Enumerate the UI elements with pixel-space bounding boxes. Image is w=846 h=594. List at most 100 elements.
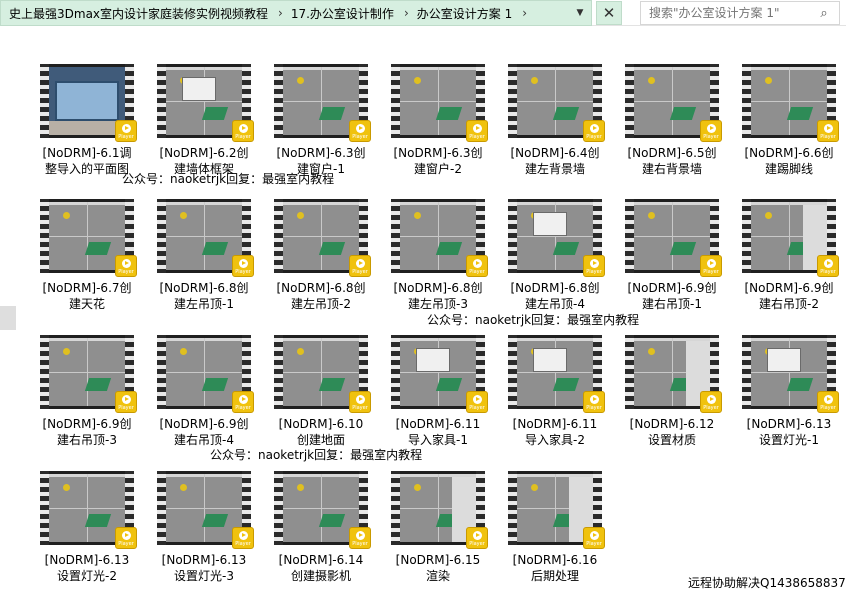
video-thumbnail[interactable]: Player (274, 64, 371, 142)
file-name-line: [NoDRM]-6.11 (512, 417, 598, 431)
viewport-divider (283, 508, 359, 509)
play-icon: Player (466, 527, 488, 549)
film-strip (508, 64, 517, 138)
video-thumbnail[interactable]: Player (157, 199, 254, 277)
video-thumbnail[interactable]: Player (508, 471, 605, 549)
play-icon: Player (700, 255, 722, 277)
file-item[interactable]: Player [NoDRM]-6.6创 建踢脚线 (733, 64, 845, 177)
play-icon: Player (583, 391, 605, 413)
viewport-model (552, 242, 580, 255)
video-thumbnail[interactable]: Player (157, 335, 254, 413)
player-badge-text: Player (118, 405, 134, 411)
play-icon: Player (466, 391, 488, 413)
film-strip (625, 199, 634, 273)
file-item[interactable]: Player [NoDRM]-6.1调 整导入的平面图 (31, 64, 143, 177)
video-frame (634, 202, 710, 270)
file-item[interactable]: Player [NoDRM]-6.16 后期处理 (499, 471, 611, 584)
file-item[interactable]: Player [NoDRM]-6.9创 建右吊顶-3 (31, 335, 143, 448)
video-thumbnail[interactable]: Player (625, 199, 722, 277)
file-item[interactable]: Player [NoDRM]-6.10 创建地面 (265, 335, 377, 448)
file-item[interactable]: Player [NoDRM]-6.2创 建墙体框架 (148, 64, 260, 177)
video-thumbnail[interactable]: Player (274, 199, 371, 277)
viewport-divider (166, 101, 242, 102)
file-item[interactable]: Player [NoDRM]-6.14 创建摄影机 (265, 471, 377, 584)
video-thumbnail[interactable]: Player (274, 471, 371, 549)
address-bar[interactable]: 史上最强3Dmax室内设计家庭装修实例视频教程 › 17.办公室设计制作 › 办… (0, 0, 592, 26)
video-thumbnail[interactable]: Player (742, 64, 839, 142)
viewport-marker (63, 212, 70, 219)
viewport-divider (49, 236, 125, 237)
breadcrumb-item[interactable]: 17.办公室设计制作 (291, 5, 394, 22)
file-item[interactable]: Player [NoDRM]-6.3创 建窗户-2 (382, 64, 494, 177)
file-name: [NoDRM]-6.4创 建左背景墙 (499, 145, 611, 177)
file-item[interactable]: Player [NoDRM]-6.8创 建左吊顶-3 (382, 199, 494, 312)
video-thumbnail[interactable]: Player (625, 64, 722, 142)
search-box[interactable]: ⌕ (640, 1, 840, 25)
film-strip (742, 335, 751, 409)
video-thumbnail[interactable]: Player (40, 335, 137, 413)
file-item[interactable]: Player [NoDRM]-6.9创 建右吊顶-2 (733, 199, 845, 312)
play-triangle (824, 259, 833, 268)
video-thumbnail[interactable]: Player (742, 199, 839, 277)
play-icon: Player (466, 255, 488, 277)
file-name-line: [NoDRM]-6.14 (278, 553, 364, 567)
play-triangle (824, 395, 833, 404)
file-name-line: [NoDRM]-6.8创 (159, 281, 249, 295)
video-thumbnail[interactable]: Player (274, 335, 371, 413)
file-item[interactable]: Player [NoDRM]-6.8创 建左吊顶-2 (265, 199, 377, 312)
file-item[interactable]: Player [NoDRM]-6.15 渲染 (382, 471, 494, 584)
play-triangle (590, 531, 599, 540)
film-strip (508, 199, 517, 273)
file-name-line: 建窗户-2 (414, 162, 462, 176)
viewport-divider (634, 236, 710, 237)
video-thumbnail[interactable]: Player (742, 335, 839, 413)
play-icon: Player (349, 391, 371, 413)
video-frame (751, 338, 827, 406)
breadcrumb-item[interactable]: 办公室设计方案 1 (417, 5, 512, 22)
file-item[interactable]: Player [NoDRM]-6.11 导入家具-2 (499, 335, 611, 448)
video-thumbnail[interactable]: Player (625, 335, 722, 413)
file-item[interactable]: Player [NoDRM]-6.13 设置灯光-2 (31, 471, 143, 584)
film-strip (391, 64, 400, 138)
film-strip (40, 199, 49, 273)
file-name-line: [NoDRM]-6.2创 (159, 146, 249, 160)
video-thumbnail[interactable]: Player (391, 471, 488, 549)
film-strip (157, 64, 166, 138)
video-thumbnail[interactable]: Player (157, 64, 254, 142)
file-name-line: [NoDRM]-6.13 (746, 417, 832, 431)
video-frame (517, 338, 593, 406)
file-item[interactable]: Player [NoDRM]-6.13 设置灯光-1 (733, 335, 845, 448)
breadcrumb-item[interactable]: 史上最强3Dmax室内设计家庭装修实例视频教程 (1, 5, 268, 22)
file-item[interactable]: Player [NoDRM]-6.7创 建天花 (31, 199, 143, 312)
scroll-position-marker[interactable] (0, 306, 16, 330)
file-item[interactable]: Player [NoDRM]-6.8创 建左吊顶-4 (499, 199, 611, 312)
play-icon: Player (817, 255, 839, 277)
file-item[interactable]: Player [NoDRM]-6.9创 建右吊顶-4 (148, 335, 260, 448)
play-triangle (590, 259, 599, 268)
file-item[interactable]: Player [NoDRM]-6.8创 建左吊顶-1 (148, 199, 260, 312)
video-thumbnail[interactable]: Player (391, 199, 488, 277)
video-thumbnail[interactable]: Player (508, 199, 605, 277)
video-thumbnail[interactable]: Player (157, 471, 254, 549)
play-icon: Player (583, 255, 605, 277)
video-thumbnail[interactable]: Player (40, 471, 137, 549)
video-thumbnail[interactable]: Player (391, 64, 488, 142)
chevron-down-icon[interactable]: ▼ (569, 1, 591, 25)
search-icon[interactable]: ⌕ (813, 6, 835, 21)
video-thumbnail[interactable]: Player (40, 199, 137, 277)
file-item[interactable]: Player [NoDRM]-6.9创 建右吊顶-1 (616, 199, 728, 312)
video-thumbnail[interactable]: Player (391, 335, 488, 413)
video-thumbnail[interactable]: Player (40, 64, 137, 142)
file-name: [NoDRM]-6.8创 建左吊顶-4 (499, 280, 611, 312)
file-name-line: [NoDRM]-6.1调 (42, 146, 132, 160)
file-item[interactable]: Player [NoDRM]-6.13 设置灯光-3 (148, 471, 260, 584)
video-thumbnail[interactable]: Player (508, 64, 605, 142)
search-input[interactable] (641, 6, 813, 20)
close-icon[interactable]: ✕ (596, 1, 622, 25)
file-item[interactable]: Player [NoDRM]-6.4创 建左背景墙 (499, 64, 611, 177)
video-thumbnail[interactable]: Player (508, 335, 605, 413)
file-item[interactable]: Player [NoDRM]-6.3创 建窗户-1 (265, 64, 377, 177)
file-item[interactable]: Player [NoDRM]-6.12 设置材质 (616, 335, 728, 448)
file-item[interactable]: Player [NoDRM]-6.5创 建右背景墙 (616, 64, 728, 177)
file-item[interactable]: Player [NoDRM]-6.11 导入家具-1 (382, 335, 494, 448)
